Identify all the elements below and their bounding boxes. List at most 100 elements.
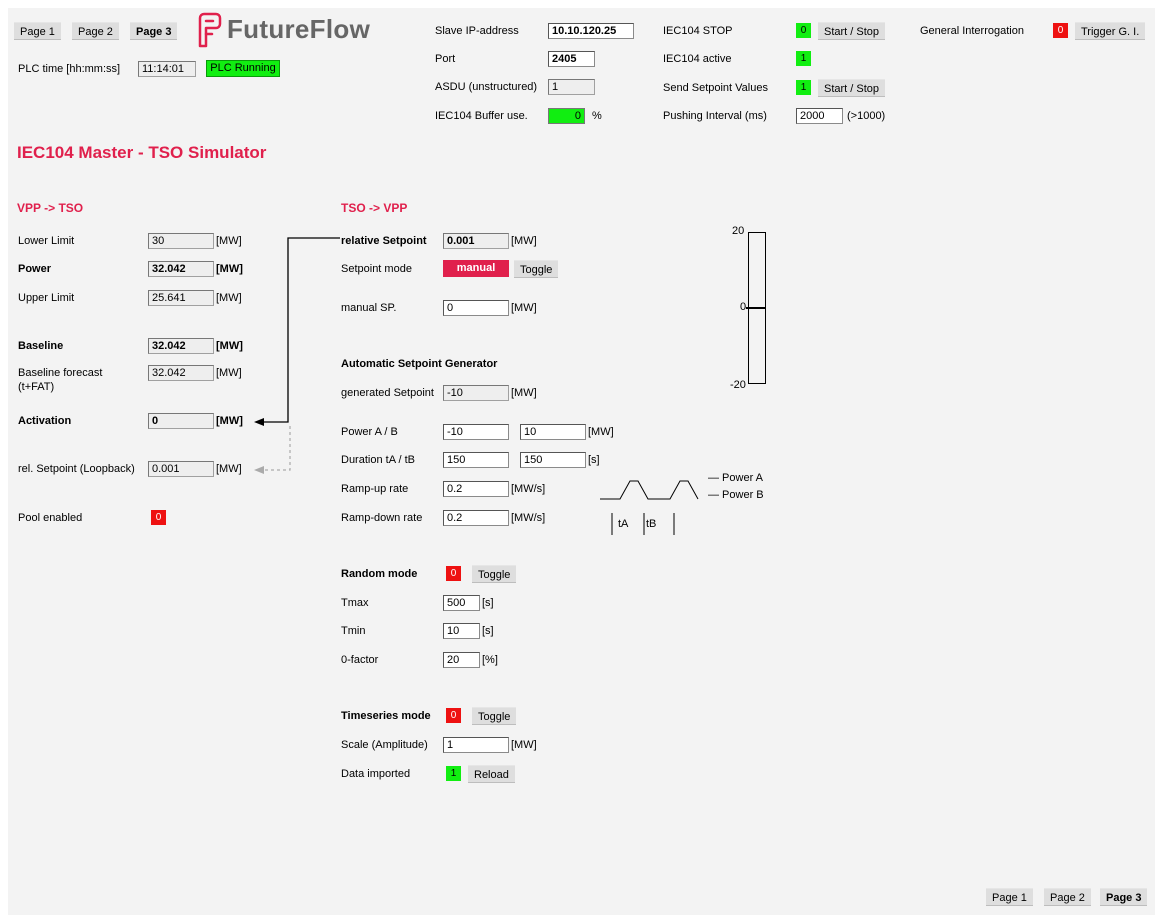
iec-active-led: 1 [796, 51, 811, 66]
baseline-forecast-field: 32.042 [148, 365, 214, 381]
zero-factor-label: 0-factor [341, 654, 379, 666]
ramp-down-field[interactable]: 0.2 [443, 510, 509, 526]
duration-b-field[interactable]: 150 [520, 452, 586, 468]
activation-label: Activation [18, 415, 72, 427]
baseline-unit: [MW] [216, 340, 243, 352]
gi-led: 0 [1053, 23, 1068, 38]
zero-factor-unit: [%] [482, 654, 498, 666]
lower-limit-field: 30 [148, 233, 214, 249]
timeseries-mode-toggle-button[interactable]: Toggle [472, 707, 517, 725]
baseline-label: Baseline [18, 340, 64, 352]
power-field: 32.042 [148, 261, 214, 277]
push-interval-label: Pushing Interval (ms) [663, 110, 767, 122]
baseline-field: 32.042 [148, 338, 214, 354]
futureflow-logo-icon [198, 12, 222, 48]
manual-sp-label: manual SP. [341, 302, 397, 314]
duration-a-field[interactable]: 150 [443, 452, 509, 468]
ta-label: tA [618, 518, 629, 530]
upper-limit-unit: [MW] [216, 292, 242, 304]
nav-page-1-button[interactable]: Page 1 [14, 22, 61, 40]
generated-setpoint-unit: [MW] [511, 387, 537, 399]
manual-sp-field[interactable]: 0 [443, 300, 509, 316]
scale-amplitude-label: Scale (Amplitude) [341, 739, 428, 751]
data-imported-label: Data imported [341, 768, 411, 780]
timeseries-mode-led: 0 [446, 708, 461, 723]
power-label: Power [18, 263, 52, 275]
tmin-label: Tmin [341, 625, 366, 637]
plc-time-field: 11:14:01 [138, 61, 196, 77]
bottom-nav-page-3-button[interactable]: Page 3 [1100, 888, 1148, 906]
setpoint-to-activation-line [262, 237, 340, 423]
buffer-bar: 0 [548, 108, 585, 124]
relative-setpoint-label: relative Setpoint [341, 235, 427, 247]
slave-ip-field[interactable]: 10.10.120.25 [548, 23, 634, 39]
data-imported-led: 1 [446, 766, 461, 781]
nav-page-2-button[interactable]: Page 2 [72, 22, 119, 40]
pool-enabled-label: Pool enabled [18, 512, 83, 524]
gauge-max-label: 20 [732, 225, 745, 237]
relative-setpoint-unit: [MW] [511, 235, 537, 247]
ramp-up-field[interactable]: 0.2 [443, 481, 509, 497]
gi-label: General Interrogation [920, 25, 1024, 37]
power-ab-unit: [MW] [588, 426, 614, 438]
iec-stop-label: IEC104 STOP [663, 25, 733, 37]
random-mode-led: 0 [446, 566, 461, 581]
baseline-forecast-unit: [MW] [216, 367, 242, 379]
pool-enabled-led: 0 [151, 510, 166, 525]
plc-status-indicator: PLC Running [206, 60, 280, 77]
iec-stop-led: 0 [796, 23, 811, 38]
power-b-field[interactable]: 10 [520, 424, 586, 440]
generated-setpoint-field: -10 [443, 385, 509, 401]
loopback-field: 0.001 [148, 461, 214, 477]
ramp-down-unit: [MW/s] [511, 512, 546, 524]
trigger-gi-button[interactable]: Trigger G. I. [1075, 22, 1146, 40]
waveform-line [600, 480, 699, 500]
baseline-forecast-label: Baseline forecast [18, 367, 103, 379]
upper-limit-label: Upper Limit [18, 292, 75, 304]
nav-page-3-button[interactable]: Page 3 [130, 22, 178, 40]
duration-unit: [s] [588, 454, 600, 466]
send-setpoint-label: Send Setpoint Values [663, 82, 768, 94]
scale-amplitude-field[interactable]: 1 [443, 737, 509, 753]
auto-generator-title: Automatic Setpoint Generator [341, 358, 498, 370]
gauge-min-label: -20 [730, 379, 746, 391]
activation-unit: [MW] [216, 415, 243, 427]
iec-active-label: IEC104 active [663, 53, 732, 65]
loopback-label: rel. Setpoint (Loopback) [18, 463, 135, 475]
legend-power-a: — Power A [708, 472, 764, 484]
loopback-arrowhead [254, 466, 264, 474]
tmin-field[interactable]: 10 [443, 623, 480, 639]
send-setpoint-button[interactable]: Start / Stop [818, 79, 886, 97]
power-unit: [MW] [216, 263, 243, 275]
tb-label: tB [646, 518, 657, 530]
brand-name: FutureFlow [227, 14, 371, 44]
send-setpoint-led: 1 [796, 80, 811, 95]
relative-setpoint-field: 0.001 [443, 233, 509, 249]
lower-limit-unit: [MW] [216, 235, 242, 247]
zero-factor-field[interactable]: 20 [443, 652, 480, 668]
ramp-up-unit: [MW/s] [511, 483, 546, 495]
setpoint-mode-label: Setpoint mode [341, 263, 412, 275]
push-interval-field[interactable]: 2000 [796, 108, 843, 124]
bottom-nav-page-1-button[interactable]: Page 1 [986, 888, 1033, 906]
baseline-forecast-sublabel: (t+FAT) [18, 381, 55, 393]
duration-label: Duration tA / tB [341, 454, 415, 466]
asdu-field: 1 [548, 79, 595, 95]
tmin-unit: [s] [482, 625, 494, 637]
iec-start-stop-button[interactable]: Start / Stop [818, 22, 886, 40]
main-panel: Page 1 Page 2 Page 3 FutureFlow PLC time… [8, 8, 1155, 915]
bottom-nav-page-2-button[interactable]: Page 2 [1044, 888, 1091, 906]
reload-button[interactable]: Reload [468, 765, 515, 783]
tmax-field[interactable]: 500 [443, 595, 480, 611]
port-label: Port [435, 53, 456, 65]
lower-limit-label: Lower Limit [18, 235, 75, 247]
setpoint-mode-toggle-button[interactable]: Toggle [514, 260, 559, 278]
port-field[interactable]: 2405 [548, 51, 595, 67]
buffer-label: IEC104 Buffer use. [435, 110, 528, 122]
setpoint-gauge [746, 232, 766, 384]
random-mode-toggle-button[interactable]: Toggle [472, 565, 517, 583]
power-a-field[interactable]: -10 [443, 424, 509, 440]
buffer-unit: % [592, 110, 602, 122]
tso-section-title: TSO -> VPP [341, 201, 408, 215]
setpoint-mode-indicator: manual [443, 260, 509, 277]
